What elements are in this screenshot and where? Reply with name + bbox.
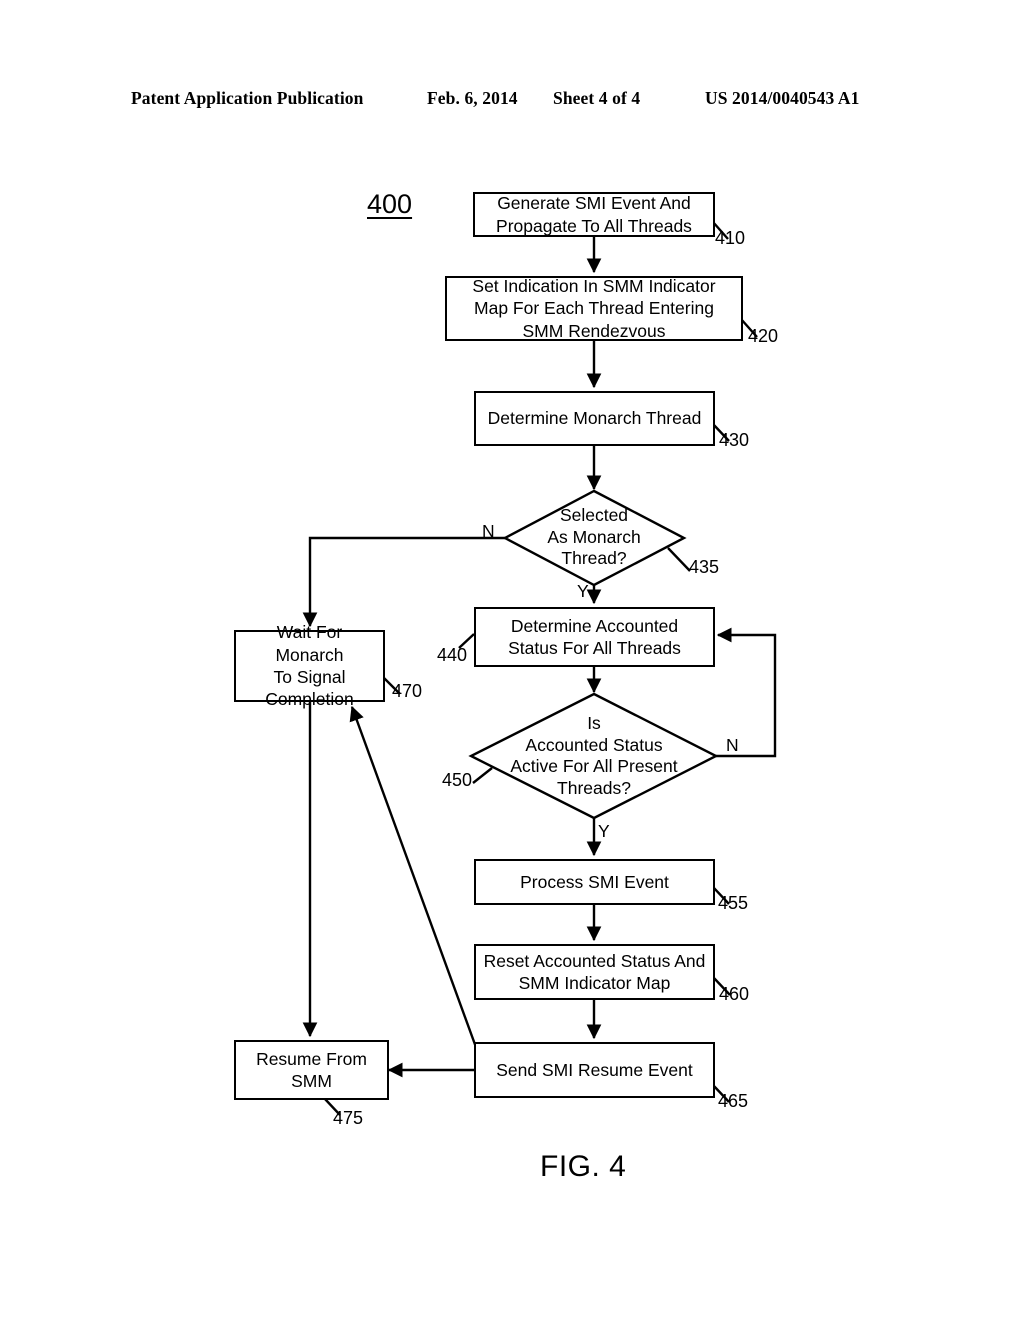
reference-numeral-475: 475 <box>333 1108 364 1128</box>
process-box-460-label: Reset Accounted Status And SMM Indicator… <box>483 950 706 993</box>
process-box-430-label: Determine Monarch Thread <box>487 408 702 429</box>
diagram-id-400: 400 <box>367 189 413 219</box>
reference-numeral-435: 435 <box>689 557 720 577</box>
decision-box-435-label: Selected As Monarch Thread? <box>547 505 641 569</box>
reference-numeral-420: 420 <box>748 326 779 346</box>
process-box-475-label: Resume From SMM <box>256 1048 367 1091</box>
process-box-460: Reset Accounted Status And SMM Indicator… <box>474 944 715 1000</box>
process-box-455-label: Process SMI Event <box>520 871 669 892</box>
branch-label-435-yes: Y <box>577 581 589 601</box>
process-box-465-label: Send SMI Resume Event <box>496 1059 693 1080</box>
process-box-470-label: Wait For Monarch To Signal Completion <box>265 622 354 710</box>
reference-numeral-410: 410 <box>715 228 746 248</box>
connector-450-no-to-440 <box>716 627 777 758</box>
process-box-465: Send SMI Resume Event <box>474 1042 715 1098</box>
process-box-470: Wait For Monarch To Signal Completion <box>234 622 385 709</box>
reference-numeral-450: 450 <box>442 770 473 790</box>
process-box-410: Generate SMI Event And Propagate To All … <box>473 192 715 237</box>
decision-box-450-label: Is Accounted Status Active For All Prese… <box>510 713 678 799</box>
process-box-475: Resume From SMM <box>234 1040 389 1100</box>
reference-numeral-470: 470 <box>392 681 423 701</box>
flowchart-diagram: 400 Generate SMI Event And Propagate To … <box>0 0 1024 1320</box>
branch-label-435-no: N <box>482 521 495 541</box>
process-box-420-label: Set Indication In SMM Indicator Map For … <box>472 275 716 341</box>
branch-label-450-yes: Y <box>598 821 610 841</box>
reference-numeral-440: 440 <box>437 645 468 665</box>
reference-numeral-465: 465 <box>718 1091 749 1111</box>
branch-label-450-no: N <box>726 735 739 755</box>
process-box-420: Set Indication In SMM Indicator Map For … <box>445 276 743 341</box>
process-box-440: Determine Accounted Status For All Threa… <box>474 607 715 667</box>
connector-465-to-470 <box>349 705 479 1051</box>
process-box-455: Process SMI Event <box>474 859 715 905</box>
process-box-440-label: Determine Accounted Status For All Threa… <box>508 615 681 658</box>
reference-numeral-430: 430 <box>719 430 750 450</box>
reference-numeral-460: 460 <box>719 984 750 1004</box>
process-box-430: Determine Monarch Thread <box>474 391 715 446</box>
process-box-410-label: Generate SMI Event And Propagate To All … <box>496 193 692 236</box>
figure-caption: FIG. 4 <box>540 1150 627 1183</box>
reference-numeral-455: 455 <box>718 893 749 913</box>
